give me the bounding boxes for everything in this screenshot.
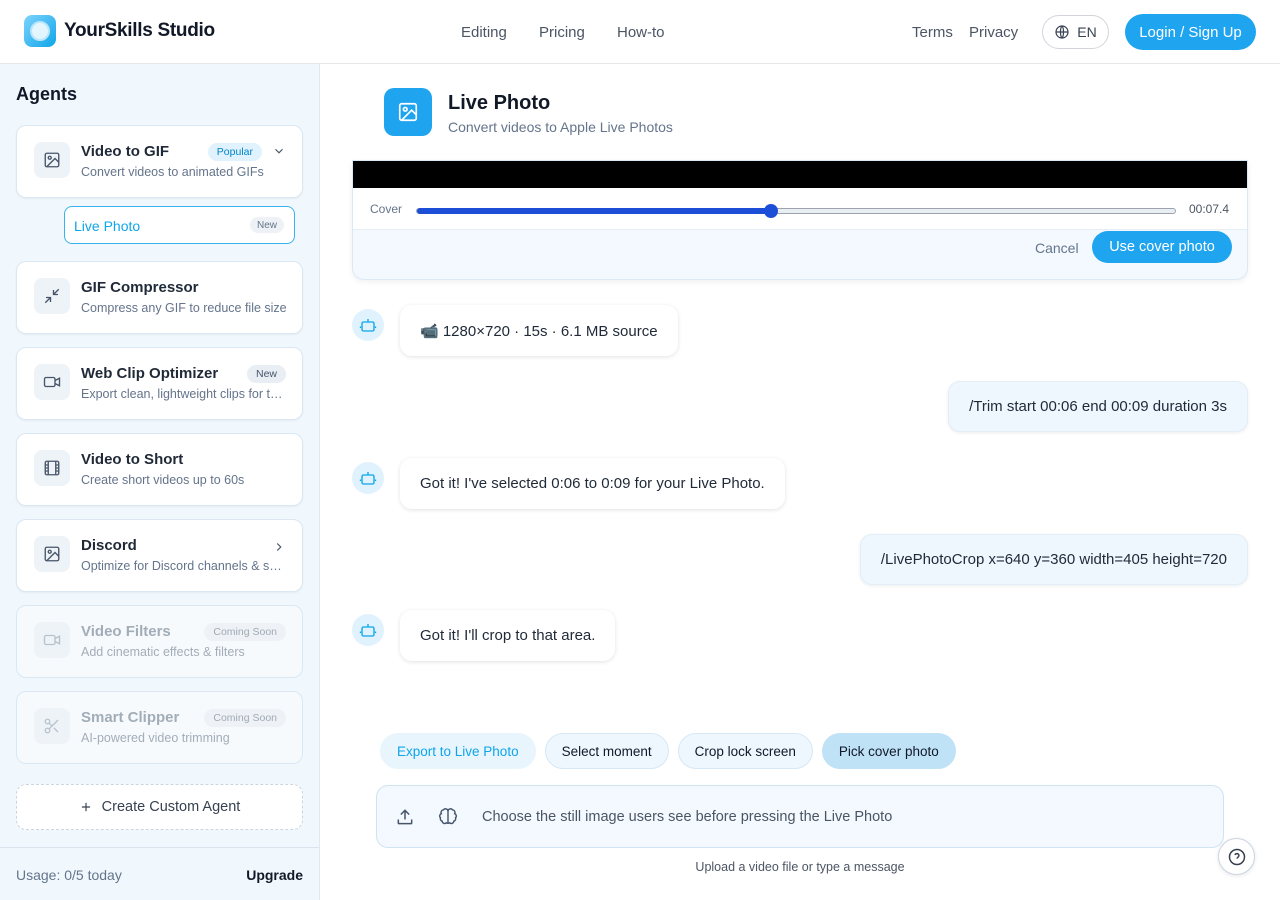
chip-select-moment[interactable]: Select moment bbox=[544, 733, 669, 769]
chip-crop-lock-screen[interactable]: Crop lock screen bbox=[677, 733, 813, 769]
language-selector[interactable]: EN bbox=[1042, 15, 1109, 49]
input-hint: Upload a video file or type a message bbox=[695, 860, 905, 874]
image-icon bbox=[34, 142, 70, 178]
cancel-button[interactable]: Cancel bbox=[1035, 240, 1079, 256]
quick-action-chips: Export to Live Photo Select moment Crop … bbox=[380, 733, 956, 769]
usage-count: Usage: 0/5 today bbox=[16, 867, 122, 883]
nav-privacy[interactable]: Privacy bbox=[969, 24, 1018, 41]
message-input-text[interactable]: Choose the still image users see before … bbox=[482, 809, 892, 825]
create-custom-agent-button[interactable]: Create Custom Agent bbox=[16, 784, 303, 830]
popular-badge: Popular bbox=[207, 143, 262, 161]
bot-message: 📹 1280×720 · 15s · 6.1 MB source bbox=[400, 305, 678, 356]
bot-message: Got it! I'll crop to that area. bbox=[400, 610, 616, 661]
bot-message: Got it! I've selected 0:06 to 0:09 for y… bbox=[400, 458, 785, 509]
agent-card-video-to-gif[interactable]: Video to GIF Convert videos to animated … bbox=[16, 125, 303, 198]
coming-soon-badge: Coming Soon bbox=[204, 623, 286, 641]
robot-icon bbox=[359, 472, 377, 485]
usage-footer: Usage: 0/5 today Upgrade bbox=[0, 847, 319, 900]
robot-icon bbox=[359, 319, 377, 332]
agent-subtitle: Convert videos to Apple Live Photos bbox=[448, 119, 673, 135]
chevron-down-icon[interactable] bbox=[272, 144, 286, 158]
video-preview bbox=[353, 161, 1247, 188]
agents-heading: Agents bbox=[16, 84, 78, 104]
agent-card-discord[interactable]: Discord Optimize for Discord channels & … bbox=[16, 519, 303, 592]
top-header: YourSkills Studio Editing Pricing How-to… bbox=[0, 0, 1280, 64]
nav-terms[interactable]: Terms bbox=[912, 24, 953, 41]
agent-desc: Create short videos up to 60s bbox=[81, 473, 245, 487]
nav-pricing[interactable]: Pricing bbox=[539, 24, 585, 41]
cover-scrubber-row: Cover 00:07.4 bbox=[353, 188, 1247, 230]
subitem-label: Live Photo bbox=[74, 218, 141, 234]
cover-slider-track[interactable] bbox=[416, 204, 1176, 218]
upgrade-link[interactable]: Upgrade bbox=[246, 867, 303, 883]
image-icon bbox=[384, 88, 432, 136]
cover-label: Cover bbox=[370, 202, 403, 216]
agents-sidebar: Agents Video to GIF Convert videos to an… bbox=[0, 64, 320, 900]
cover-photo-editor: Cover 00:07.4 Cancel Use cover photo bbox=[352, 160, 1248, 280]
help-button[interactable] bbox=[1218, 838, 1255, 875]
agent-card-smart-clipper: Smart Clipper AI-powered video trimming … bbox=[16, 691, 303, 764]
agent-desc: Compress any GIF to reduce file size bbox=[81, 301, 287, 315]
cover-slider-fill bbox=[417, 208, 771, 214]
upload-icon[interactable] bbox=[395, 807, 415, 827]
agent-card-gif-compressor[interactable]: GIF Compressor Compress any GIF to reduc… bbox=[16, 261, 303, 334]
nav-how-to[interactable]: How-to bbox=[617, 24, 665, 41]
create-label: Create Custom Agent bbox=[101, 799, 241, 815]
language-label: EN bbox=[1077, 24, 1097, 40]
logo-icon[interactable] bbox=[24, 15, 56, 47]
new-badge: New bbox=[249, 217, 284, 233]
user-message: /LivePhotoCrop x=640 y=360 width=405 hei… bbox=[859, 534, 1248, 585]
agent-desc: Export clean, lightweight clips for the … bbox=[81, 387, 287, 401]
agent-title: Video to Short bbox=[81, 451, 184, 468]
chip-export-live-photo[interactable]: Export to Live Photo bbox=[380, 733, 536, 769]
login-button[interactable]: Login / Sign Up bbox=[1125, 14, 1256, 50]
agent-card-video-filters: Video Filters Add cinematic effects & fi… bbox=[16, 605, 303, 678]
message-input[interactable]: Choose the still image users see before … bbox=[376, 785, 1224, 848]
globe-icon bbox=[1054, 24, 1070, 40]
sidebar-subitem-live-photo[interactable]: Live Photo New bbox=[64, 206, 295, 244]
bot-avatar bbox=[352, 462, 384, 494]
agent-title: Discord bbox=[81, 537, 137, 554]
chevron-right-icon[interactable] bbox=[272, 540, 286, 554]
brain-icon[interactable] bbox=[438, 807, 458, 827]
chip-pick-cover-photo[interactable]: Pick cover photo bbox=[821, 733, 956, 769]
film-icon bbox=[34, 450, 70, 486]
compress-icon bbox=[34, 278, 70, 314]
plus-icon bbox=[79, 800, 93, 814]
agent-title: Video to GIF bbox=[81, 143, 170, 160]
image-icon bbox=[34, 536, 70, 572]
scissors-icon bbox=[34, 708, 70, 744]
agent-desc: Optimize for Discord channels & servers bbox=[81, 559, 287, 573]
cover-time: 00:07.4 bbox=[1189, 202, 1230, 216]
video-icon bbox=[34, 622, 70, 658]
agent-card-web-clip-optimizer[interactable]: Web Clip Optimizer Export clean, lightwe… bbox=[16, 347, 303, 420]
agent-title: Video Filters bbox=[81, 623, 171, 640]
use-cover-photo-button[interactable]: Use cover photo bbox=[1092, 231, 1232, 263]
bot-avatar bbox=[352, 614, 384, 646]
agent-desc: AI-powered video trimming bbox=[81, 731, 230, 745]
user-message: /Trim start 00:06 end 00:09 duration 3s bbox=[948, 381, 1248, 432]
new-badge: New bbox=[246, 365, 286, 383]
agent-card-video-to-short[interactable]: Video to Short Create short videos up to… bbox=[16, 433, 303, 506]
chat-main: Live Photo Convert videos to Apple Live … bbox=[320, 64, 1280, 900]
agent-title: GIF Compressor bbox=[81, 279, 199, 296]
agent-heading: Live Photo bbox=[448, 92, 551, 114]
agent-title: Web Clip Optimizer bbox=[81, 365, 219, 382]
bot-avatar bbox=[352, 309, 384, 341]
brand-name[interactable]: YourSkills Studio bbox=[64, 20, 215, 42]
coming-soon-badge: Coming Soon bbox=[204, 709, 286, 727]
agent-title: Smart Clipper bbox=[81, 709, 180, 726]
cover-slider-handle[interactable] bbox=[763, 204, 778, 218]
help-icon bbox=[1228, 848, 1245, 865]
agent-desc: Convert videos to animated GIFs bbox=[81, 165, 264, 179]
video-icon bbox=[34, 364, 70, 400]
nav-editing[interactable]: Editing bbox=[461, 24, 507, 41]
agent-desc: Add cinematic effects & filters bbox=[81, 645, 245, 659]
robot-icon bbox=[359, 624, 377, 637]
